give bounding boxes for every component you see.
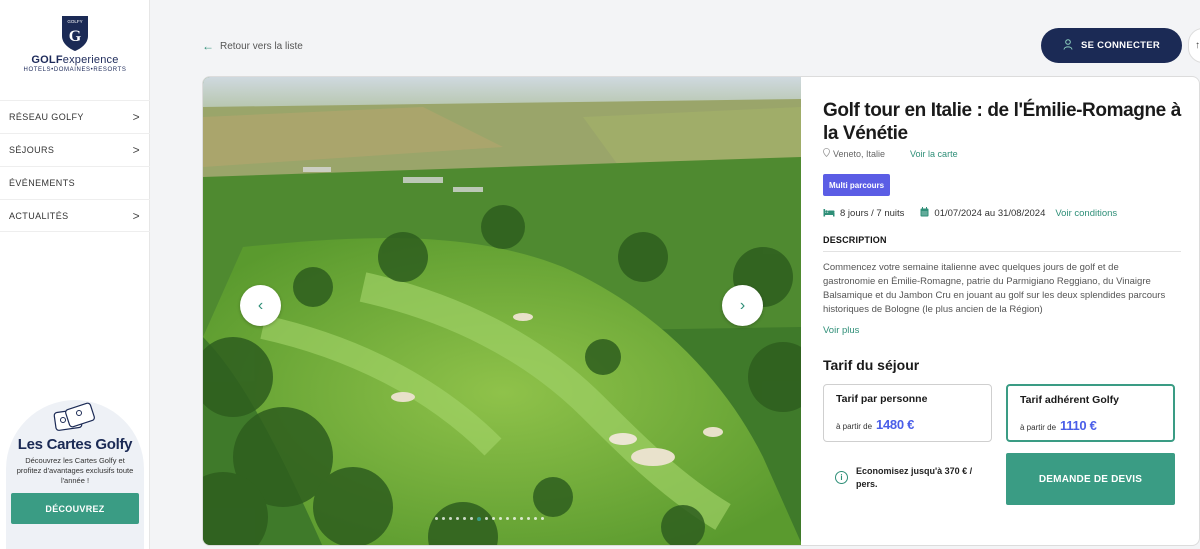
savings-note: i Economisez jusqu'à 370 € / pers. (835, 465, 995, 491)
price-label: Tarif par personne (836, 393, 928, 405)
carousel-dot[interactable] (456, 517, 459, 520)
chevron-right-icon: > (132, 143, 140, 157)
chevron-right-icon: > (132, 208, 140, 223)
view-conditions-link[interactable]: Voir conditions (1055, 208, 1117, 219)
carousel-dot[interactable] (513, 517, 516, 520)
sidebar-item-actualites[interactable]: ACTUALITÉS > (0, 199, 150, 232)
listing-photo-carousel: ‹ › (203, 77, 801, 545)
brand-logo[interactable]: GOLFY G GOLFexperience HOTELS•DOMAINES•R… (0, 14, 150, 73)
sidebar-nav: RÉSEAU GOLFY > SÉJOURS > ÉVÉNEMENTS ACTU… (0, 100, 150, 232)
sidebar-item-label: ACTUALITÉS (9, 210, 69, 221)
svg-text:GOLFY: GOLFY (67, 19, 82, 24)
cartes-golfy-promo: Les Cartes Golfy Découvrez les Cartes Go… (0, 398, 150, 549)
price-from: à partir de (836, 422, 873, 431)
promo-text: Découvrez les Cartes Golfy et profitez d… (16, 456, 134, 485)
shield-logo-icon: GOLFY G (60, 14, 90, 52)
location-row: Veneto, Italie Voir la carte (823, 148, 958, 159)
price-from: à partir de (1020, 423, 1057, 432)
sidebar-item-reseau-golfy[interactable]: RÉSEAU GOLFY > (0, 100, 150, 133)
map-pin-icon (823, 148, 830, 159)
description-heading: DESCRIPTION (823, 235, 887, 245)
savings-text: Economisez jusqu'à 370 € / pers. (856, 466, 973, 489)
request-quote-button[interactable]: DEMANDE DE DEVIS (1006, 453, 1175, 505)
sidebar-item-sejours[interactable]: SÉJOURS > (0, 133, 150, 166)
carousel-dot[interactable] (470, 517, 473, 520)
listing-title: Golf tour en Italie : de l'Émilie-Romagn… (823, 100, 1181, 144)
price-member-option[interactable]: Tarif adhérent Golfy à partir de 1110 € (1006, 384, 1175, 442)
carousel-dot[interactable] (435, 517, 438, 520)
carousel-dot[interactable] (442, 517, 445, 520)
sidebar-item-label: SÉJOURS (9, 145, 55, 155)
cards-icon (52, 402, 96, 432)
discover-button[interactable]: DÉCOUVREZ (11, 493, 139, 524)
carousel-dot[interactable] (449, 517, 452, 520)
scroll-top-button[interactable]: ↑ (1188, 28, 1200, 63)
aerial-golf-course-image (203, 77, 801, 545)
back-label: Retour vers la liste (220, 40, 303, 52)
chevron-left-icon: ‹ (257, 296, 264, 314)
sidebar-item-evenements[interactable]: ÉVÉNEMENTS (0, 166, 150, 199)
carousel-dot[interactable] (541, 517, 544, 520)
carousel-dot[interactable] (463, 517, 466, 520)
price-amount: 1480 € (876, 417, 914, 432)
divider (823, 251, 1181, 252)
carousel-dot[interactable] (499, 517, 502, 520)
chevron-right-icon: > (132, 110, 140, 124)
carousel-pagination (435, 516, 544, 521)
carousel-dot[interactable] (506, 517, 509, 520)
view-map-link[interactable]: Voir la carte (910, 149, 958, 159)
back-to-list-link[interactable]: ← Retour vers la liste (202, 39, 303, 53)
price-per-person-option[interactable]: Tarif par personne à partir de 1480 € (823, 384, 992, 442)
category-badge: Multi parcours (823, 174, 891, 196)
carousel-dot[interactable] (534, 517, 537, 520)
brand-tagline: HOTELS•DOMAINES•RESORTS (23, 67, 127, 73)
carousel-dot[interactable] (485, 517, 488, 520)
sidebar-item-label: RÉSEAU GOLFY (9, 112, 84, 122)
dates-text: 01/07/2024 au 31/08/2024 (934, 208, 1046, 219)
sidebar: GOLFY G GOLFexperience HOTELS•DOMAINES•R… (0, 0, 150, 549)
login-button[interactable]: SE CONNECTER (1041, 28, 1182, 63)
duration-text: 8 jours / 7 nuits (840, 208, 905, 219)
meta-row: 8 jours / 7 nuits 01/07/2024 au 31/08/20… (823, 207, 1117, 220)
tarif-title: Tarif du séjour (823, 357, 920, 373)
price-label: Tarif adhérent Golfy (1020, 394, 1119, 406)
info-icon: i (835, 471, 848, 484)
price-amount: 1110 € (1060, 418, 1097, 433)
listing-info: Golf tour en Italie : de l'Émilie-Romagn… (823, 77, 1193, 545)
carousel-dot[interactable] (492, 517, 495, 520)
read-more-link[interactable]: Voir plus (823, 325, 859, 336)
location-text: Veneto, Italie (833, 148, 886, 159)
calendar-icon (920, 207, 929, 220)
chevron-right-icon: › (739, 296, 746, 314)
carousel-dot[interactable] (527, 517, 530, 520)
arrow-up-icon: ↑ (1195, 40, 1200, 51)
listing-card: ‹ › Golf tour en Italie : de l'Émilie-Ro… (202, 76, 1200, 546)
carousel-dot[interactable] (477, 516, 481, 521)
brand-name: GOLFexperience (31, 54, 119, 66)
bed-icon (823, 208, 835, 220)
user-icon (1063, 38, 1073, 53)
arrow-left-icon: ← (202, 39, 214, 53)
carousel-prev-button[interactable]: ‹ (240, 285, 281, 326)
sidebar-item-label: ÉVÉNEMENTS (9, 178, 76, 188)
login-label: SE CONNECTER (1080, 40, 1161, 51)
description-text: Commencez votre semaine italienne avec q… (823, 262, 1166, 315)
svg-text:G: G (69, 28, 82, 45)
promo-title: Les Cartes Golfy (17, 436, 133, 453)
carousel-next-button[interactable]: › (722, 285, 763, 326)
carousel-dot[interactable] (520, 517, 523, 520)
